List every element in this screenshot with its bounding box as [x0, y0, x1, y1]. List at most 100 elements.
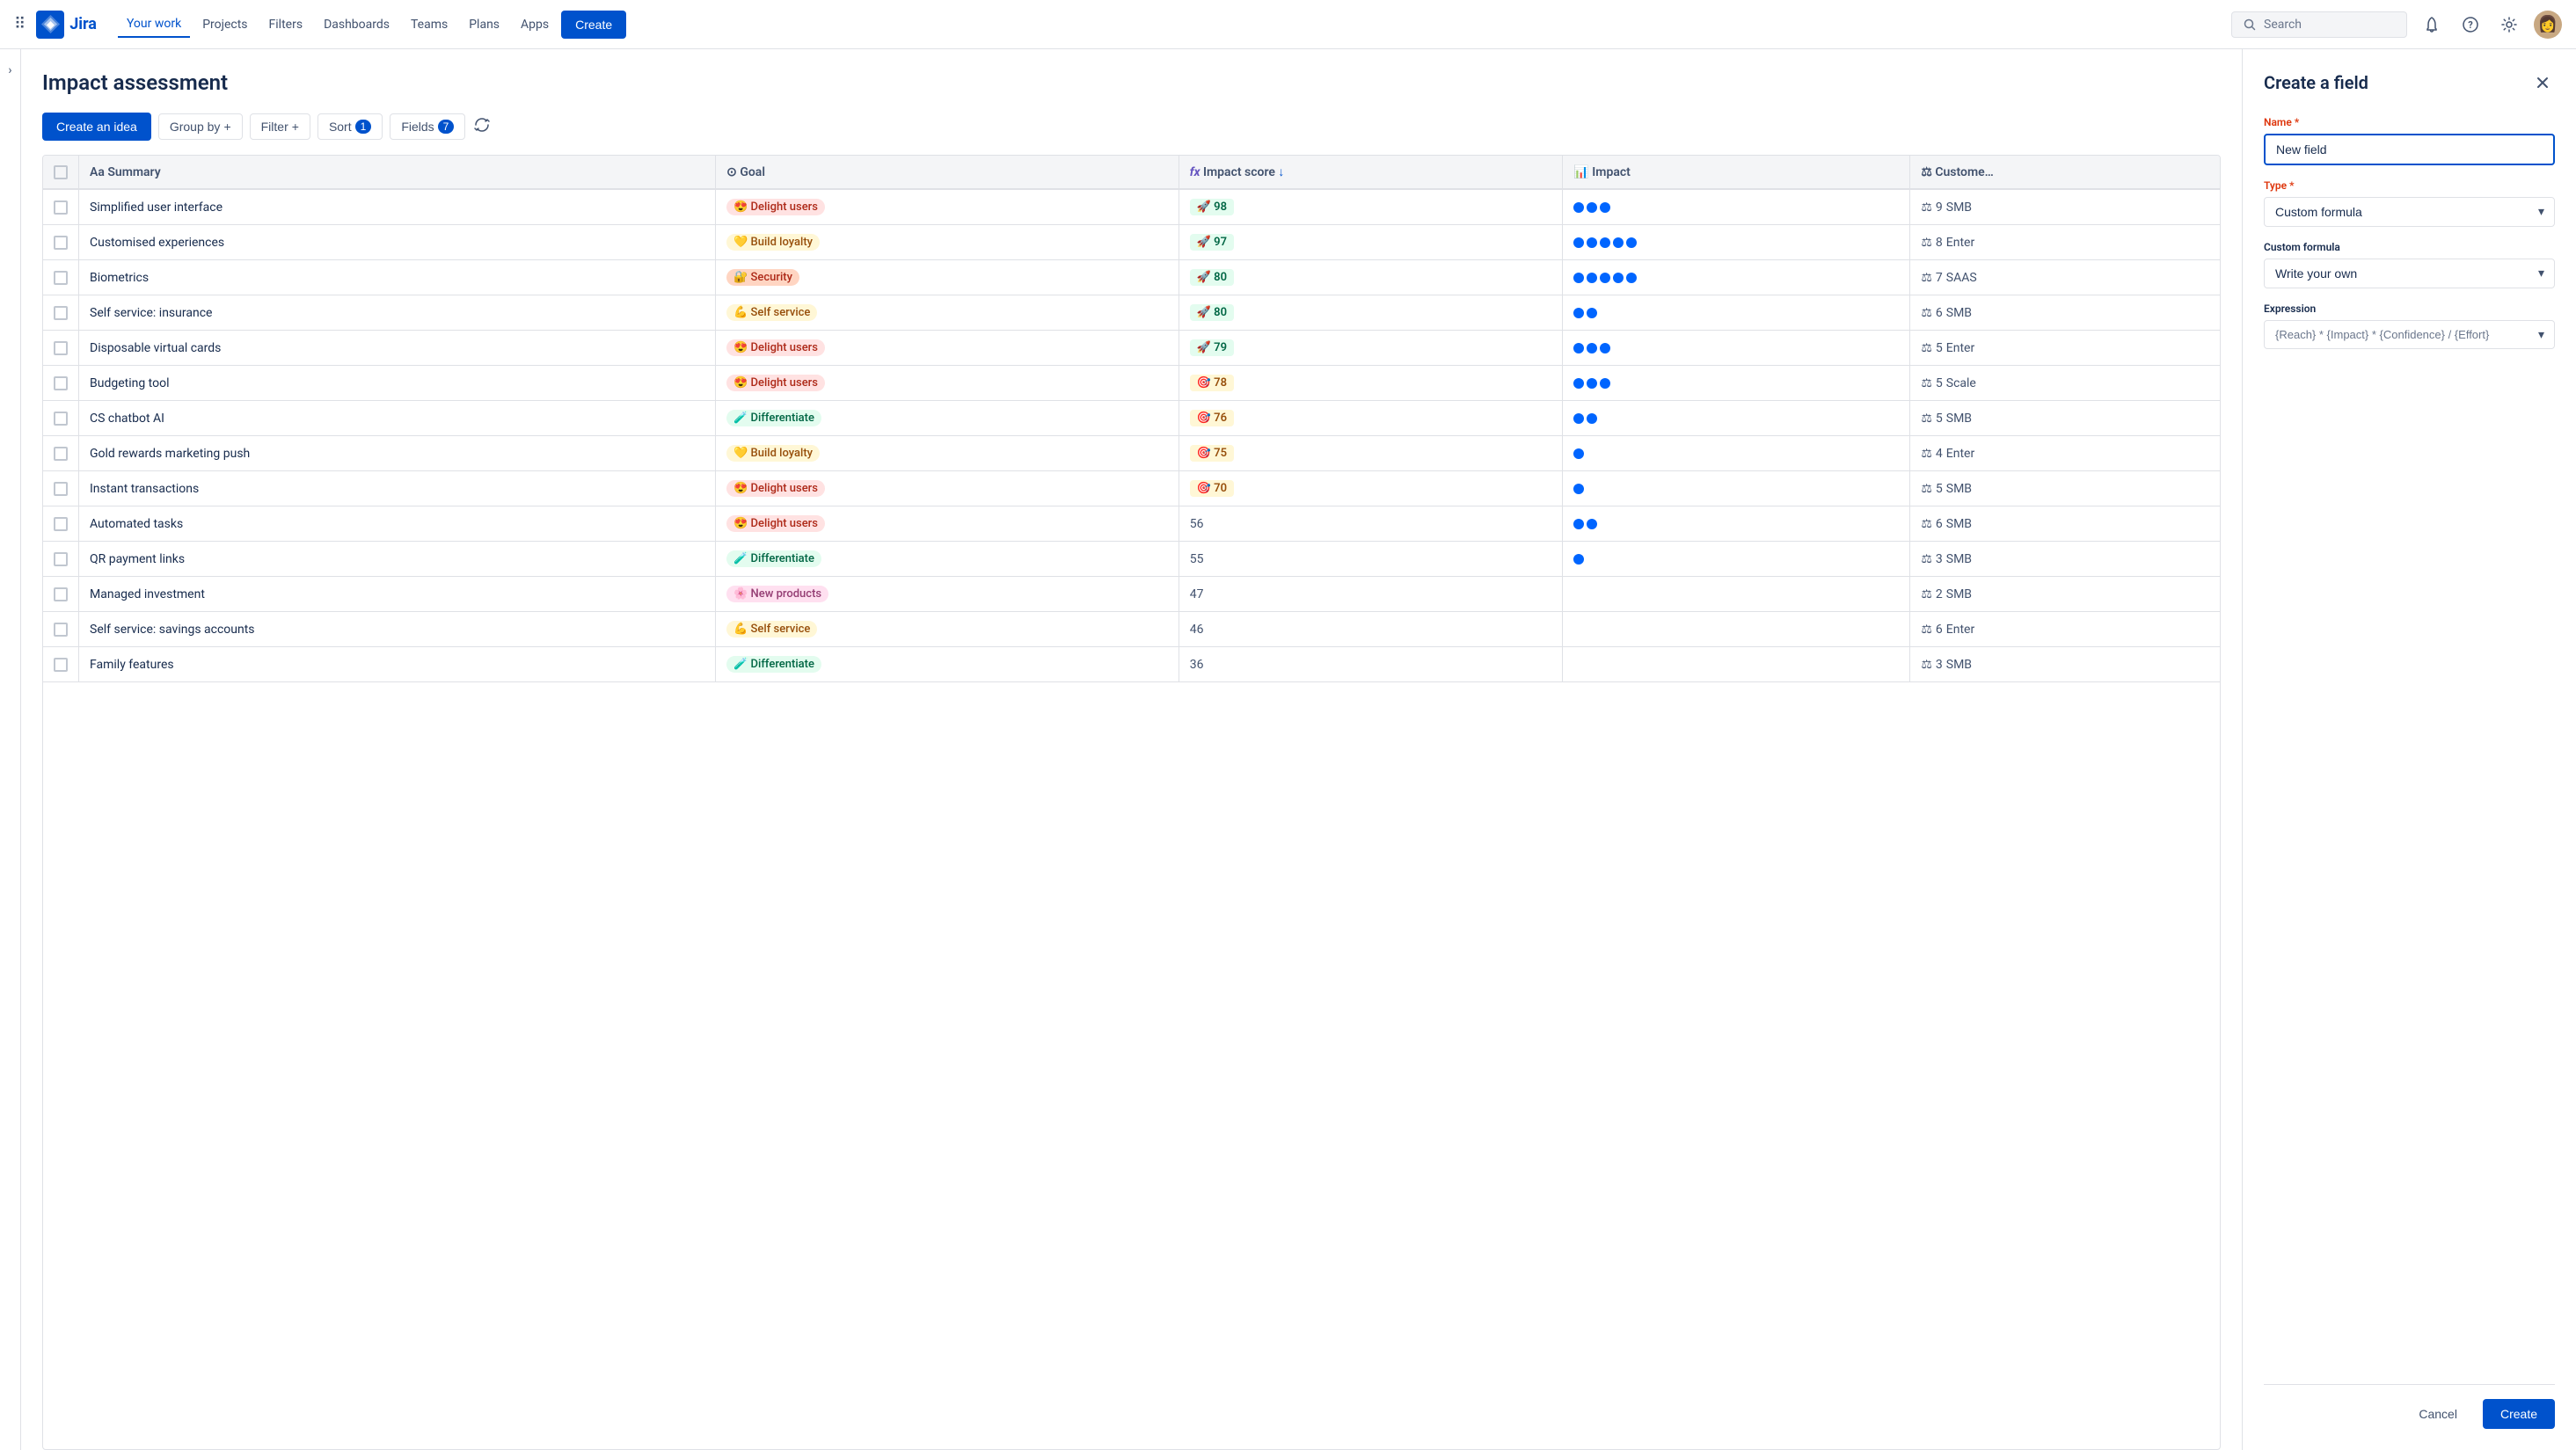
avatar[interactable]: 👩: [2534, 11, 2562, 39]
col-header-customer[interactable]: ⚖ Custome…: [1910, 156, 2220, 189]
cell-impact-score[interactable]: 🎯 75: [1179, 436, 1563, 471]
impact-col-label: Impact: [1592, 165, 1631, 179]
score-col-icon: fx: [1190, 165, 1203, 179]
col-header-impact-score[interactable]: fx Impact score ↓: [1179, 156, 1563, 189]
cell-impact-score[interactable]: 🚀 79: [1179, 331, 1563, 366]
col-header-impact[interactable]: 📊 Impact: [1563, 156, 1910, 189]
impact-dots: [1573, 519, 1899, 529]
row-checkbox[interactable]: [54, 587, 68, 601]
cell-impact-score[interactable]: 55: [1179, 542, 1563, 577]
help-button[interactable]: ?: [2456, 11, 2485, 39]
row-checkbox[interactable]: [54, 412, 68, 426]
cell-impact-score[interactable]: 🚀 80: [1179, 295, 1563, 331]
cell-summary[interactable]: Simplified user interface: [79, 189, 716, 225]
cell-impact-score[interactable]: 36: [1179, 647, 1563, 682]
cell-impact-score[interactable]: 56: [1179, 506, 1563, 542]
cell-summary[interactable]: Budgeting tool: [79, 366, 716, 401]
row-checkbox[interactable]: [54, 306, 68, 320]
customer-type: SMB: [1946, 412, 1972, 426]
notifications-button[interactable]: [2418, 11, 2446, 39]
cell-impact-score[interactable]: 🎯 70: [1179, 471, 1563, 506]
settings-button[interactable]: [2495, 11, 2523, 39]
svg-text:?: ?: [2468, 19, 2473, 31]
row-checkbox[interactable]: [54, 623, 68, 637]
cancel-button[interactable]: Cancel: [2404, 1399, 2472, 1429]
cell-goal[interactable]: 😍 Delight users: [716, 189, 1179, 225]
cell-impact-score[interactable]: 47: [1179, 577, 1563, 612]
cell-goal[interactable]: 💪 Self service: [716, 295, 1179, 331]
create-idea-button[interactable]: Create an idea: [42, 113, 151, 141]
cell-impact-score[interactable]: 🎯 76: [1179, 401, 1563, 436]
nav-apps[interactable]: Apps: [512, 12, 558, 37]
select-all-checkbox[interactable]: [54, 165, 68, 179]
nav-dashboards[interactable]: Dashboards: [315, 12, 398, 37]
group-by-button[interactable]: Group by +: [158, 113, 243, 140]
cell-impact: [1563, 577, 1910, 612]
cell-impact-score[interactable]: 🎯 78: [1179, 366, 1563, 401]
cell-goal[interactable]: 🧪 Differentiate: [716, 647, 1179, 682]
cell-goal[interactable]: 😍 Delight users: [716, 366, 1179, 401]
cell-summary[interactable]: Customised experiences: [79, 225, 716, 260]
cell-summary[interactable]: CS chatbot AI: [79, 401, 716, 436]
cell-goal[interactable]: 🌸 New products: [716, 577, 1179, 612]
cell-summary[interactable]: Self service: savings accounts: [79, 612, 716, 647]
cell-summary[interactable]: Family features: [79, 647, 716, 682]
cell-goal[interactable]: 🧪 Differentiate: [716, 542, 1179, 577]
cell-summary[interactable]: Self service: insurance: [79, 295, 716, 331]
nav-create-button[interactable]: Create: [561, 11, 626, 39]
panel-close-button[interactable]: [2530, 70, 2555, 95]
scale-icon: ⚖: [1921, 517, 1932, 531]
row-checkbox[interactable]: [54, 376, 68, 390]
cell-summary[interactable]: QR payment links: [79, 542, 716, 577]
row-checkbox[interactable]: [54, 552, 68, 566]
cell-summary[interactable]: Automated tasks: [79, 506, 716, 542]
custom-formula-select[interactable]: Write your own RICE score ICE score: [2264, 259, 2555, 288]
filter-button[interactable]: Filter +: [250, 113, 310, 140]
cell-goal[interactable]: 🔐 Security: [716, 260, 1179, 295]
cell-summary[interactable]: Biometrics: [79, 260, 716, 295]
row-checkbox[interactable]: [54, 482, 68, 496]
sync-icon[interactable]: [472, 115, 492, 139]
row-checkbox[interactable]: [54, 658, 68, 672]
grid-icon[interactable]: ⠿: [14, 15, 26, 33]
nav-filters[interactable]: Filters: [260, 12, 312, 37]
cell-impact-score[interactable]: 46: [1179, 612, 1563, 647]
nav-teams[interactable]: Teams: [402, 12, 456, 37]
col-header-summary[interactable]: Aa Summary: [79, 156, 716, 189]
cell-impact-score[interactable]: 🚀 97: [1179, 225, 1563, 260]
search-box[interactable]: Search: [2231, 11, 2407, 38]
cell-goal[interactable]: 💛 Build loyalty: [716, 225, 1179, 260]
row-checkbox[interactable]: [54, 271, 68, 285]
cell-summary[interactable]: Instant transactions: [79, 471, 716, 506]
row-checkbox[interactable]: [54, 517, 68, 531]
cell-goal[interactable]: 😍 Delight users: [716, 331, 1179, 366]
row-checkbox[interactable]: [54, 236, 68, 250]
sidebar-toggle[interactable]: ›: [0, 49, 21, 1450]
cell-goal[interactable]: 🧪 Differentiate: [716, 401, 1179, 436]
create-button[interactable]: Create: [2483, 1399, 2555, 1429]
nav-plans[interactable]: Plans: [460, 12, 508, 37]
cell-summary[interactable]: Managed investment: [79, 577, 716, 612]
fields-button[interactable]: Fields 7: [390, 113, 465, 140]
nav-projects[interactable]: Projects: [193, 12, 256, 37]
name-field-input[interactable]: [2264, 134, 2555, 165]
row-checkbox[interactable]: [54, 447, 68, 461]
cell-summary[interactable]: Gold rewards marketing push: [79, 436, 716, 471]
cell-summary[interactable]: Disposable virtual cards: [79, 331, 716, 366]
cell-impact-score[interactable]: 🚀 98: [1179, 189, 1563, 225]
row-checkbox[interactable]: [54, 200, 68, 215]
expression-select[interactable]: {Reach} * {Impact} * {Confidence} / {Eff…: [2264, 320, 2555, 349]
cell-goal[interactable]: 💛 Build loyalty: [716, 436, 1179, 471]
cell-goal[interactable]: 💪 Self service: [716, 612, 1179, 647]
sort-button[interactable]: Sort 1: [317, 113, 383, 140]
row-checkbox[interactable]: [54, 341, 68, 355]
impact-dot: [1573, 519, 1584, 529]
cell-goal[interactable]: 😍 Delight users: [716, 471, 1179, 506]
logo[interactable]: Jira: [36, 11, 97, 39]
type-select[interactable]: Custom formula Number Text Date: [2264, 197, 2555, 227]
cell-impact-score[interactable]: 🚀 80: [1179, 260, 1563, 295]
nav-your-work[interactable]: Your work: [118, 11, 190, 38]
col-header-goal[interactable]: ⊙ Goal: [716, 156, 1179, 189]
scale-icon: ⚖: [1921, 306, 1932, 320]
cell-goal[interactable]: 😍 Delight users: [716, 506, 1179, 542]
